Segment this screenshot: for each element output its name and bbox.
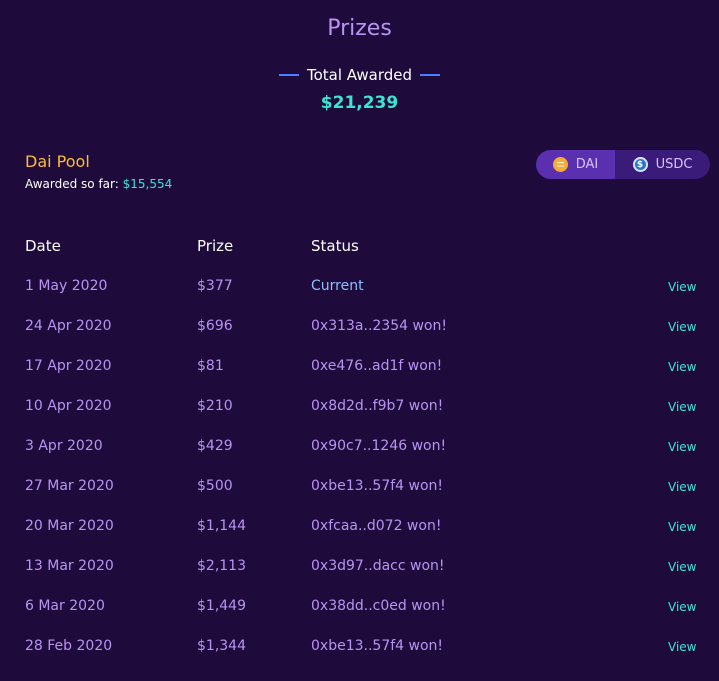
dai-coin-icon <box>552 157 568 172</box>
table-row: 20 Mar 2020 $1,144 0xfcaa..d072 won! View <box>0 507 719 547</box>
pool-awarded: Awarded so far: $15,554 <box>25 177 172 191</box>
view-link[interactable]: View <box>668 640 696 654</box>
dai-toggle-button[interactable]: DAI <box>536 150 615 179</box>
table-row: 1 May 2020 $377 Current View <box>0 267 719 307</box>
row-status: 0x8d2d..f9b7 won! <box>311 398 444 414</box>
table-row: 6 Mar 2020 $1,449 0x38dd..c0ed won! View <box>0 587 719 627</box>
token-toggle: DAI $ USDC <box>536 150 710 179</box>
total-awarded-row: Total Awarded <box>0 66 719 84</box>
usdc-coin-icon: $ <box>632 157 648 172</box>
right-divider <box>420 74 441 76</box>
row-prize: $429 <box>197 438 233 454</box>
row-date: 13 Mar 2020 <box>25 558 114 574</box>
table-row: 10 Apr 2020 $210 0x8d2d..f9b7 won! View <box>0 387 719 427</box>
row-date: 6 Mar 2020 <box>25 598 105 614</box>
row-status: 0x38dd..c0ed won! <box>311 598 446 614</box>
view-link[interactable]: View <box>668 280 696 294</box>
row-prize: $1,344 <box>197 638 246 654</box>
dai-toggle-label: DAI <box>575 157 599 172</box>
row-prize: $696 <box>197 318 233 334</box>
row-prize: $500 <box>197 478 233 494</box>
pool-awarded-value: $15,554 <box>122 177 173 191</box>
view-link[interactable]: View <box>668 480 696 494</box>
pool-awarded-label: Awarded so far: <box>25 177 119 191</box>
row-date: 17 Apr 2020 <box>25 358 112 374</box>
view-link[interactable]: View <box>668 320 696 334</box>
row-prize: $1,449 <box>197 598 246 614</box>
row-prize: $210 <box>197 398 233 414</box>
table-row: 27 Mar 2020 $500 0xbe13..57f4 won! View <box>0 467 719 507</box>
row-prize: $2,113 <box>197 558 246 574</box>
table-row: 17 Apr 2020 $81 0xe476..ad1f won! View <box>0 347 719 387</box>
row-status: 0xfcaa..d072 won! <box>311 518 442 534</box>
table-row: 3 Apr 2020 $429 0x90c7..1246 won! View <box>0 427 719 467</box>
usdc-toggle-button[interactable]: $ USDC <box>615 150 710 179</box>
row-date: 1 May 2020 <box>25 278 108 294</box>
row-status: 0xe476..ad1f won! <box>311 358 443 374</box>
total-awarded-label: Total Awarded <box>306 66 413 84</box>
row-status: 0x3d97..dacc won! <box>311 558 445 574</box>
column-header-prize: Prize <box>197 237 234 255</box>
row-date: 3 Apr 2020 <box>25 438 103 454</box>
view-link[interactable]: View <box>668 520 696 534</box>
row-date: 28 Feb 2020 <box>25 638 113 654</box>
row-status: 0x90c7..1246 won! <box>311 438 447 454</box>
row-date: 10 Apr 2020 <box>25 398 112 414</box>
view-link[interactable]: View <box>668 360 696 374</box>
total-awarded-value: $21,239 <box>320 93 399 113</box>
table-row: 24 Apr 2020 $696 0x313a..2354 won! View <box>0 307 719 347</box>
table-row: 28 Feb 2020 $1,344 0xbe13..57f4 won! View <box>0 627 719 667</box>
row-status: 0xbe13..57f4 won! <box>311 478 444 494</box>
left-divider <box>278 74 299 76</box>
row-status: 0xbe13..57f4 won! <box>311 638 444 654</box>
row-prize: $81 <box>197 358 224 374</box>
row-date: 27 Mar 2020 <box>25 478 114 494</box>
row-status-current: Current <box>311 278 364 294</box>
row-prize: $1,144 <box>197 518 246 534</box>
page-title: Prizes <box>327 16 392 41</box>
usdc-toggle-label: USDC <box>655 157 693 172</box>
column-header-date: Date <box>25 237 61 255</box>
view-link[interactable]: View <box>668 440 696 454</box>
row-status: 0x313a..2354 won! <box>311 318 447 334</box>
column-header-status: Status <box>311 237 359 255</box>
view-link[interactable]: View <box>668 600 696 614</box>
row-date: 20 Mar 2020 <box>25 518 114 534</box>
table-row: 13 Mar 2020 $2,113 0x3d97..dacc won! View <box>0 547 719 587</box>
row-prize: $377 <box>197 278 233 294</box>
view-link[interactable]: View <box>668 560 696 574</box>
pool-name: Dai Pool <box>25 152 90 171</box>
view-link[interactable]: View <box>668 400 696 414</box>
row-date: 24 Apr 2020 <box>25 318 112 334</box>
